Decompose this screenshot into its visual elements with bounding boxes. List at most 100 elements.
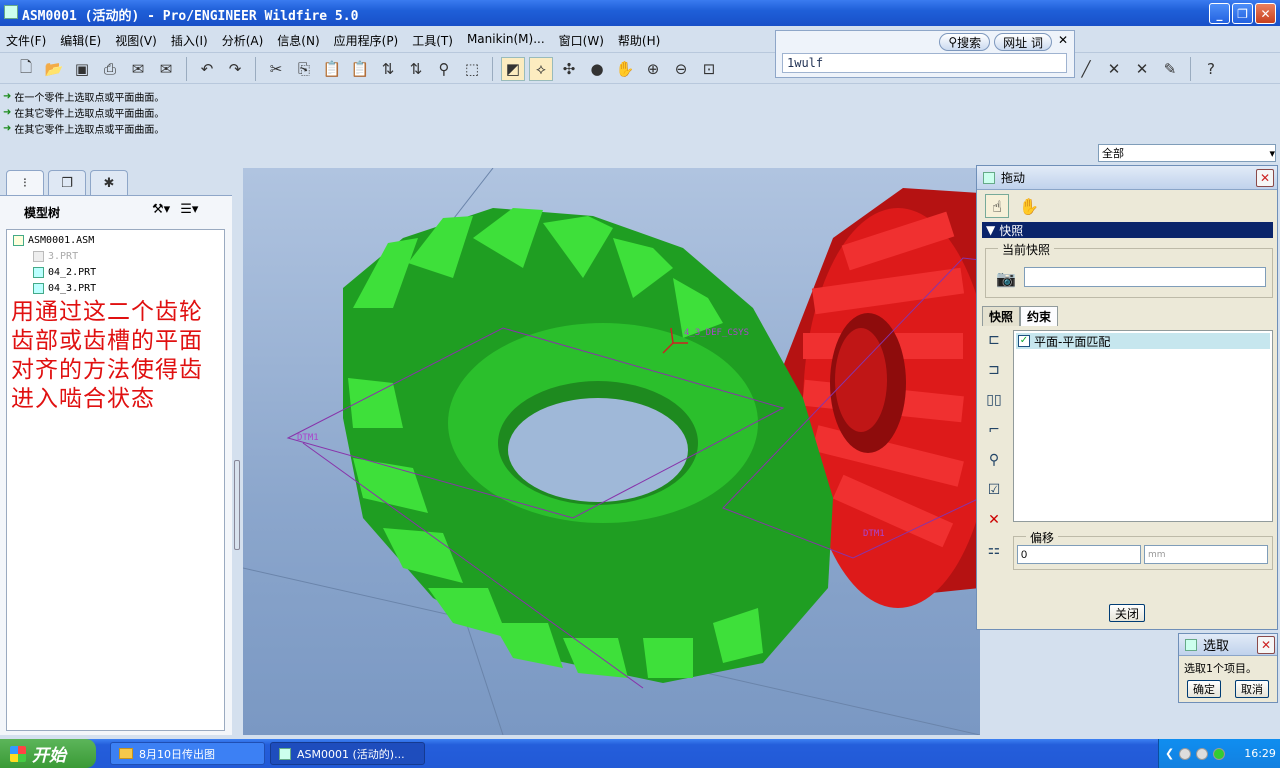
- url-tab[interactable]: 网址 词: [994, 33, 1052, 51]
- new-file-icon[interactable]: 🗋: [14, 57, 38, 81]
- menu-insert[interactable]: 插入(I): [171, 29, 216, 51]
- message-area: ➜ 在一个零件上选取点或平面曲面。 ➜ 在其它零件上选取点或平面曲面。 ➜ 在其它零件…: [0, 88, 600, 136]
- panel-sash[interactable]: [234, 460, 240, 550]
- close-button[interactable]: 关闭: [1109, 604, 1145, 622]
- menu-file[interactable]: 文件(F): [6, 29, 54, 51]
- close-window-button[interactable]: ✕: [1255, 3, 1276, 24]
- refit-icon[interactable]: ⊡: [697, 57, 721, 81]
- enable-constraint-icon[interactable]: ☑: [983, 480, 1005, 500]
- undo-icon[interactable]: ↶: [195, 57, 219, 81]
- message-text: 在一个零件上选取点或平面曲面。: [14, 92, 165, 104]
- pan-hand-icon[interactable]: ✋: [613, 57, 637, 81]
- ok-button[interactable]: 确定: [1187, 680, 1221, 698]
- copy-icon[interactable]: ⎘: [292, 57, 316, 81]
- datum-points-icon[interactable]: ✕: [1102, 57, 1126, 81]
- menu-analysis[interactable]: 分析(A): [222, 29, 272, 51]
- camera-icon[interactable]: 📷: [994, 267, 1018, 289]
- close-icon[interactable]: ✕: [1257, 636, 1275, 654]
- orient-mode-icon[interactable]: ✣: [557, 57, 581, 81]
- zoom-out-icon[interactable]: ⊖: [669, 57, 693, 81]
- checkbox-checked-icon[interactable]: ✓: [1018, 335, 1030, 347]
- context-help-icon[interactable]: ?: [1199, 57, 1223, 81]
- tab-constraints[interactable]: 约束: [1020, 306, 1059, 326]
- menu-help[interactable]: 帮助(H): [618, 29, 668, 51]
- app-icon: [279, 747, 291, 760]
- close-icon[interactable]: ✕: [1056, 33, 1070, 47]
- taskbar-item-proe[interactable]: ASM0001 (活动的)...: [270, 742, 425, 765]
- email-link-icon[interactable]: ✉: [154, 57, 178, 81]
- tab-folder-browser[interactable]: ❐: [48, 170, 86, 196]
- repaint-icon[interactable]: ◩: [501, 57, 525, 81]
- orient-constraint-icon[interactable]: ⊐: [983, 360, 1005, 380]
- find-icon[interactable]: ⚲: [432, 57, 456, 81]
- volume-icon[interactable]: [1196, 747, 1209, 760]
- csys-constraint-icon[interactable]: ⚲: [983, 450, 1005, 470]
- regenerate-icon[interactable]: ⇅: [376, 57, 400, 81]
- show-list-icon[interactable]: ☰▾: [180, 202, 198, 217]
- menu-manikin[interactable]: Manikin(M)...: [467, 29, 553, 51]
- menu-applications[interactable]: 应用程序(P): [334, 29, 407, 51]
- tree-item-asm[interactable]: ASM0001.ASM: [7, 232, 224, 248]
- paste-special-icon[interactable]: 📋: [348, 57, 372, 81]
- tree-item-part[interactable]: 04_2.PRT: [7, 264, 224, 280]
- part-icon: [33, 282, 44, 294]
- shading-icon[interactable]: ●: [585, 57, 609, 81]
- open-folder-icon[interactable]: 📂: [42, 57, 66, 81]
- datum-axis-icon[interactable]: ╱: [1074, 57, 1098, 81]
- menu-window[interactable]: 窗口(W): [559, 29, 612, 51]
- cancel-button[interactable]: 取消: [1235, 680, 1269, 698]
- snapshot-name-input[interactable]: [1024, 267, 1266, 287]
- close-icon[interactable]: ✕: [1256, 169, 1274, 187]
- mate-constraint-icon[interactable]: ▯▯: [983, 390, 1005, 410]
- constraint-item[interactable]: ✓ 平面-平面匹配: [1016, 333, 1270, 349]
- snapshot-section-header[interactable]: ▼ 快照: [982, 222, 1273, 238]
- point-drag-icon[interactable]: ☝: [985, 194, 1009, 218]
- cut-icon[interactable]: ✂: [264, 57, 288, 81]
- green-gear[interactable]: [343, 208, 833, 683]
- menu-tools[interactable]: 工具(T): [412, 29, 461, 51]
- network-icon[interactable]: [1179, 747, 1192, 760]
- chevron-left-icon[interactable]: ❮: [1165, 747, 1174, 760]
- search-input[interactable]: [782, 53, 1067, 73]
- taskbar-item-folder[interactable]: 8月10日传出图: [110, 742, 265, 765]
- print-icon[interactable]: ⎙: [98, 57, 122, 81]
- regenerate-manager-icon[interactable]: ⇅: [404, 57, 428, 81]
- offset-input[interactable]: [1017, 545, 1141, 564]
- menu-edit[interactable]: 编辑(E): [60, 29, 109, 51]
- save-icon[interactable]: ▣: [70, 57, 94, 81]
- datum-csys-icon[interactable]: ✕: [1130, 57, 1154, 81]
- zoom-in-icon[interactable]: ⊕: [641, 57, 665, 81]
- motion-axis-icon[interactable]: ⌐: [983, 420, 1005, 440]
- select-dialog-title: 选取: [1203, 639, 1230, 654]
- start-button[interactable]: 开始: [0, 739, 96, 768]
- select-box-icon[interactable]: ⬚: [460, 57, 484, 81]
- tab-model-tree[interactable]: ⁝: [6, 170, 44, 196]
- maximize-button[interactable]: ❐: [1232, 3, 1253, 24]
- minimize-button[interactable]: _: [1209, 3, 1230, 24]
- search-tab[interactable]: ⚲ 搜索: [939, 33, 991, 51]
- graphics-viewport[interactable]: 4_3_DEF_CSYS DTM1 DTM1: [243, 168, 980, 735]
- menu-info[interactable]: 信息(N): [277, 29, 327, 51]
- annotation-display-icon[interactable]: ✎: [1158, 57, 1182, 81]
- tab-snapshots[interactable]: 快照: [982, 306, 1021, 326]
- spin-center-icon[interactable]: ⟡: [529, 57, 553, 81]
- shield-icon[interactable]: [1213, 747, 1226, 760]
- settings-icon[interactable]: ⚒▾: [152, 202, 170, 217]
- body-drag-icon[interactable]: ✋: [1017, 194, 1041, 218]
- datum-label-right: DTM1: [863, 529, 885, 539]
- delete-icon[interactable]: ✕: [983, 510, 1005, 530]
- task-label: ASM0001 (活动的)...: [297, 747, 405, 761]
- tree-item-part[interactable]: 3.PRT: [7, 248, 224, 264]
- tab-favorites[interactable]: ✱: [90, 170, 128, 196]
- dialog-icon: [983, 171, 995, 184]
- rigid-body-icon[interactable]: ⚏: [983, 540, 1005, 560]
- tree-item-part[interactable]: 04_3.PRT: [7, 280, 224, 296]
- redo-icon[interactable]: ↷: [223, 57, 247, 81]
- csys-label: 4_3_DEF_CSYS: [684, 328, 749, 338]
- paste-icon[interactable]: 📋: [320, 57, 344, 81]
- menu-view[interactable]: 视图(V): [115, 29, 165, 51]
- drag-dialog-titlebar[interactable]: 拖动: [977, 166, 1277, 190]
- selection-filter-dropdown[interactable]: 全部 ▾: [1098, 144, 1276, 162]
- align-constraint-icon[interactable]: ⊏: [983, 330, 1005, 350]
- email-icon[interactable]: ✉: [126, 57, 150, 81]
